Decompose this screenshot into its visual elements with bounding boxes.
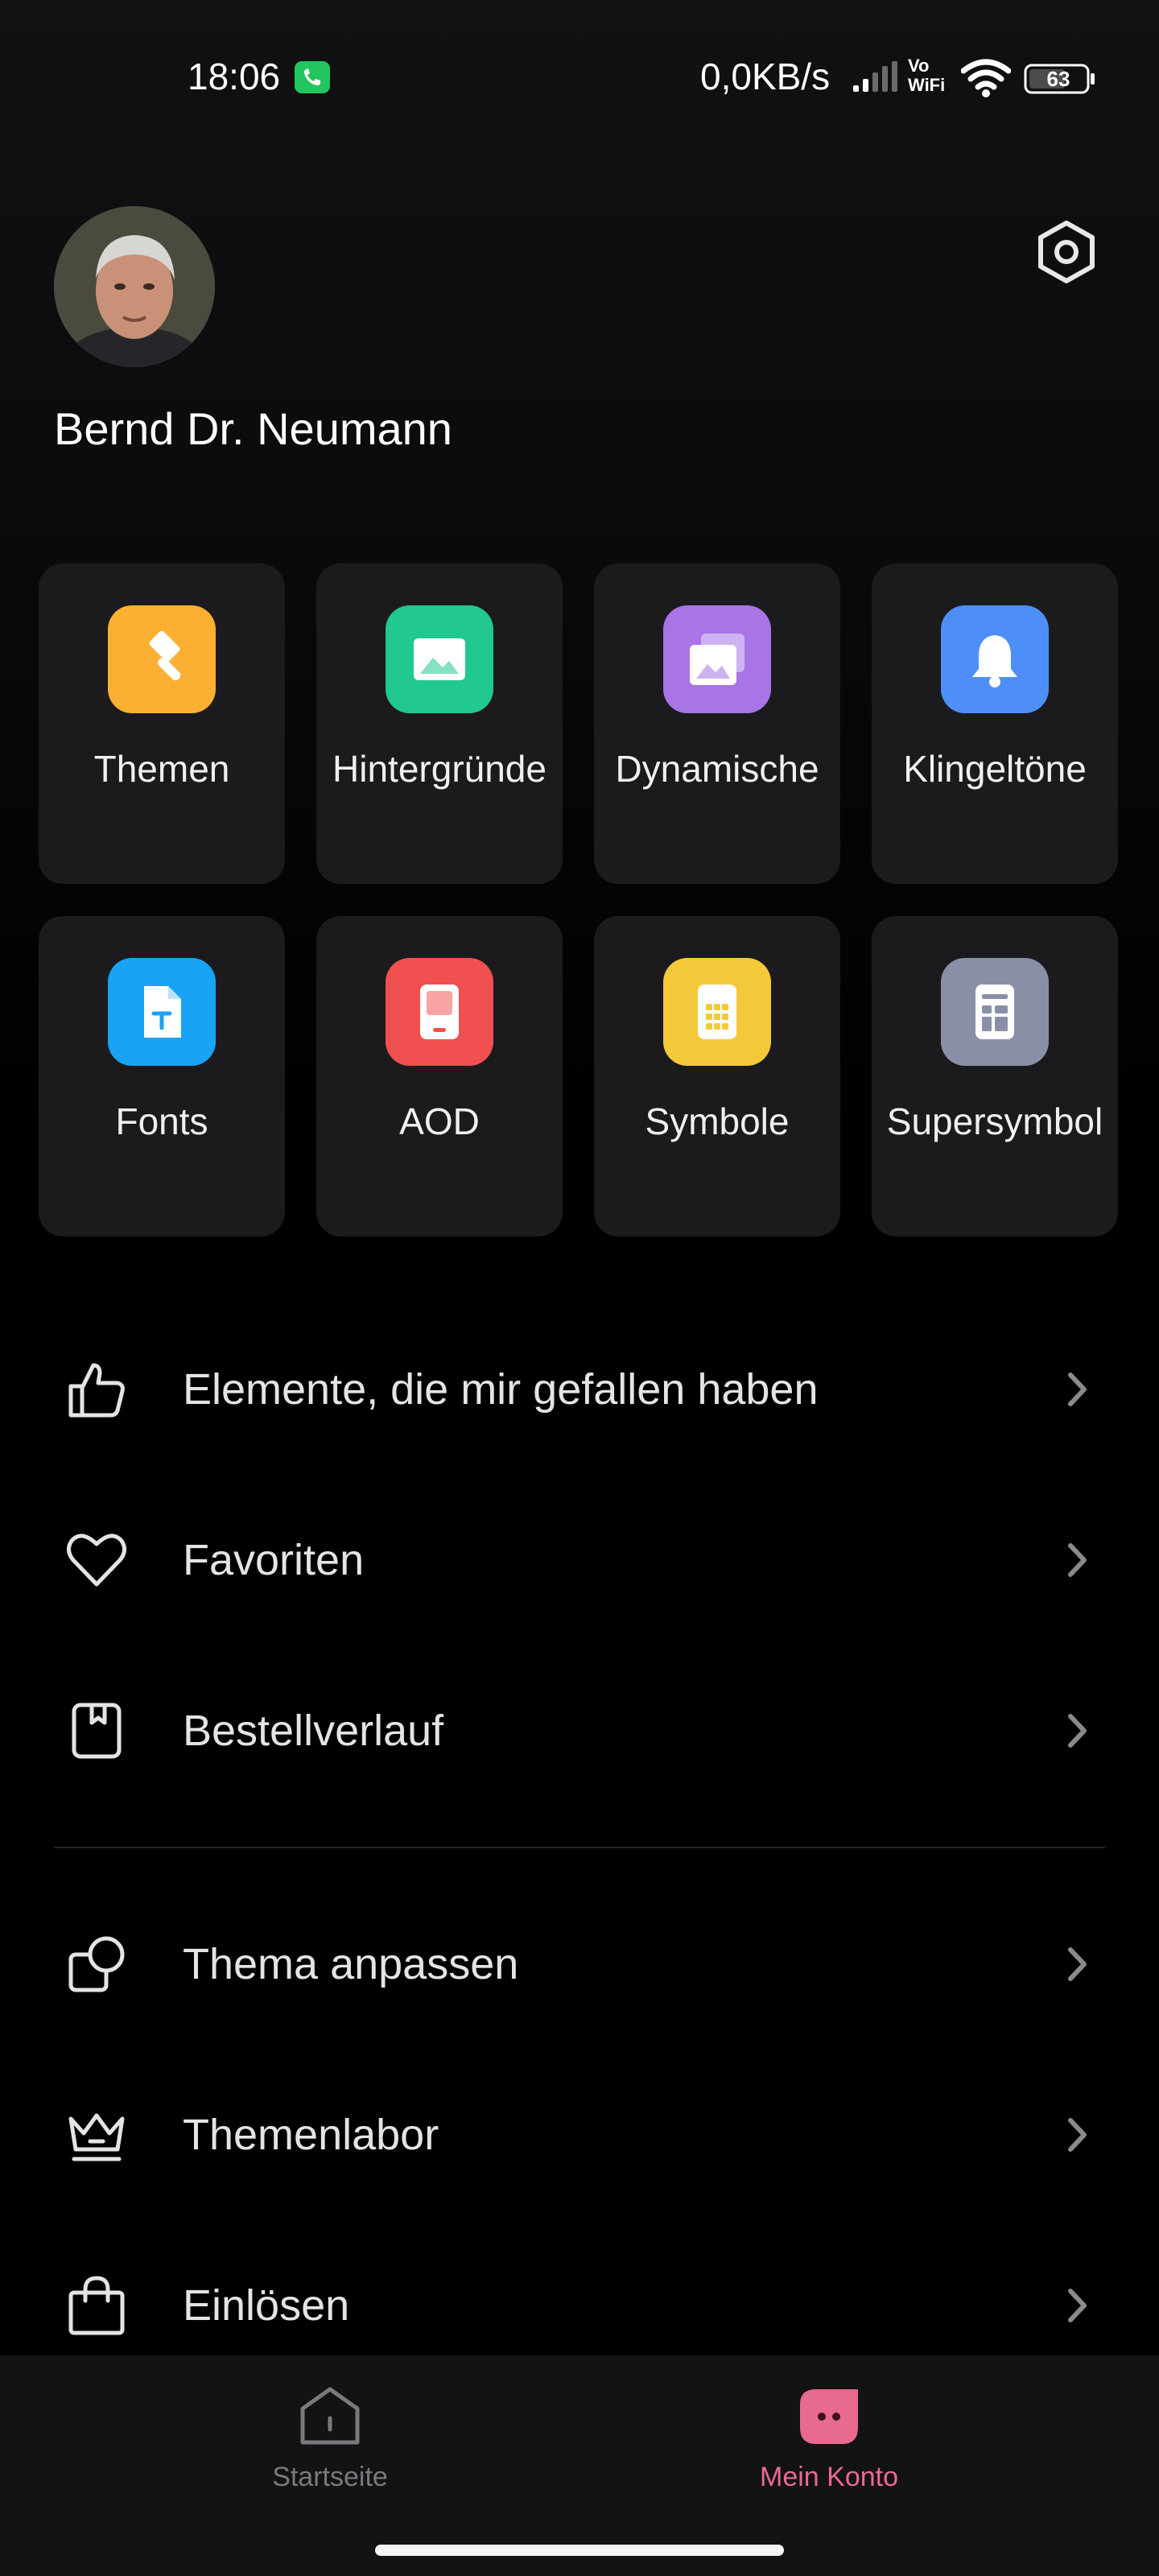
menu-divider — [54, 1847, 1105, 1848]
signal-icon — [853, 61, 897, 92]
order-history-icon — [64, 1699, 129, 1763]
vowifi-top-text: Vo — [908, 56, 930, 76]
chevron-right-icon — [1061, 2111, 1093, 2159]
bottom-navigation: Startseite Mein Konto — [0, 2355, 1159, 2576]
menu-item-order-history[interactable]: Bestellverlauf — [0, 1645, 1159, 1816]
layered-image-icon — [663, 605, 771, 713]
chevron-right-icon — [1061, 1940, 1093, 1988]
nav-my-account[interactable]: Mein Konto — [539, 2355, 1119, 2533]
category-themen[interactable]: Themen — [39, 564, 285, 884]
wifi-icon — [961, 59, 1011, 97]
crown-icon — [64, 2103, 129, 2167]
phone-call-icon — [295, 61, 330, 93]
chevron-right-icon — [1061, 1365, 1093, 1414]
brush-icon — [108, 605, 216, 713]
battery-level: 63 — [1046, 67, 1070, 91]
category-label: Fonts — [115, 1100, 208, 1142]
category-klingeltoene[interactable]: Klingeltöne — [872, 564, 1118, 884]
home-indicator[interactable] — [375, 2545, 784, 2556]
chevron-right-icon — [1061, 2281, 1093, 2330]
shopping-bag-icon — [64, 2273, 129, 2338]
settings-button[interactable] — [1030, 216, 1103, 288]
avatar[interactable] — [54, 206, 215, 367]
bell-icon — [941, 605, 1049, 713]
nav-home-label: Startseite — [272, 2462, 388, 2492]
menu-item-favorites[interactable]: Favoriten — [0, 1475, 1159, 1645]
category-symbole[interactable]: Symbole — [594, 916, 840, 1236]
phone-screen-icon — [386, 958, 493, 1066]
avatar-image — [54, 206, 215, 367]
menu-label: Thema anpassen — [183, 1940, 519, 1988]
category-label: Dynamische — [615, 748, 819, 790]
menu-label: Einlösen — [183, 2281, 350, 2330]
category-label: Themen — [93, 748, 230, 790]
menu-item-liked[interactable]: Elemente, die mir gefallen haben — [0, 1304, 1159, 1475]
menu-item-theme-lab[interactable]: Themenlabor — [0, 2050, 1159, 2220]
category-label: Hintergründe — [332, 748, 547, 790]
vowifi-icon: Vo WiFi — [908, 56, 945, 95]
menu-item-customize-theme[interactable]: Thema anpassen — [0, 1879, 1159, 2050]
chevron-right-icon — [1061, 1536, 1093, 1584]
category-label: Supersymbol — [886, 1100, 1103, 1142]
image-icon — [386, 605, 493, 713]
widget-icon — [941, 958, 1049, 1066]
category-label: AOD — [399, 1100, 480, 1142]
category-supersymbol[interactable]: Supersymbol — [872, 916, 1118, 1236]
settings-hexagon-icon — [1038, 221, 1095, 283]
category-label: Klingeltöne — [903, 748, 1087, 790]
menu-label: Elemente, die mir gefallen haben — [183, 1365, 819, 1414]
chevron-right-icon — [1061, 1707, 1093, 1755]
category-dynamische[interactable]: Dynamische — [594, 564, 840, 884]
font-file-icon — [108, 958, 216, 1066]
screen: 18:06 0,0KB/s Vo WiFi 63 Bernd Dr. Neuma… — [0, 0, 1159, 2576]
status-time: 18:06 — [188, 56, 281, 97]
category-fonts[interactable]: Fonts — [39, 916, 285, 1236]
category-aod[interactable]: AOD — [316, 916, 563, 1236]
app-grid-icon — [663, 958, 771, 1066]
status-bar: 18:06 0,0KB/s Vo WiFi 63 — [0, 0, 1159, 153]
account-face-icon — [794, 2381, 864, 2452]
network-speed: 0,0KB/s — [700, 56, 831, 97]
thumbs-up-icon — [64, 1357, 129, 1422]
menu-label: Themenlabor — [183, 2111, 439, 2159]
menu-label: Favoriten — [183, 1536, 365, 1584]
category-hintergruende[interactable]: Hintergründe — [316, 564, 563, 884]
nav-home[interactable]: Startseite — [40, 2355, 620, 2533]
nav-account-label: Mein Konto — [760, 2462, 898, 2492]
vowifi-bottom-text: WiFi — [908, 75, 946, 95]
profile-name: Bernd Dr. Neumann — [54, 403, 452, 454]
menu-label: Bestellverlauf — [183, 1707, 444, 1755]
customize-theme-icon — [64, 1932, 129, 1996]
home-icon — [295, 2381, 365, 2452]
category-label: Symbole — [645, 1100, 790, 1142]
heart-icon — [64, 1528, 129, 1592]
